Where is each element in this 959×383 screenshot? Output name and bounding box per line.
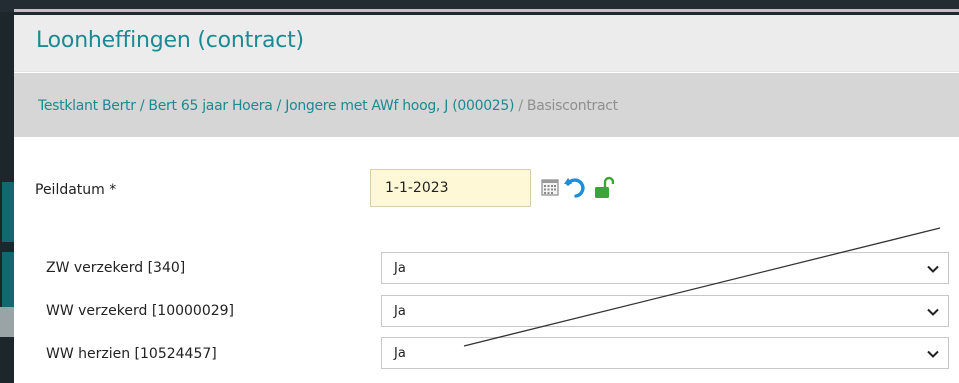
select-value: Ja (394, 304, 406, 319)
undo-icon[interactable] (563, 175, 589, 201)
top-divider (14, 9, 959, 12)
field-label-ww-herzien: WW herzien [10524457] (46, 346, 217, 362)
field-label-zw: ZW verzekerd [340] (46, 260, 186, 276)
breadcrumb-client[interactable]: Testklant Bertr (38, 98, 136, 114)
unlock-icon[interactable] (594, 176, 614, 200)
breadcrumb-bar: Testklant Bertr / Bert 65 jaar Hoera / J… (14, 73, 959, 137)
left-nav-tab[interactable] (2, 182, 14, 242)
select-value: Ja (394, 261, 406, 276)
breadcrumb: Testklant Bertr / Bert 65 jaar Hoera / J… (38, 98, 618, 114)
select-ww-verzekerd[interactable]: Ja (381, 295, 949, 327)
breadcrumb-separator: / (518, 98, 527, 114)
chevron-down-icon (927, 265, 939, 273)
left-nav-tab[interactable] (2, 252, 14, 307)
select-value: Ja (394, 346, 406, 361)
breadcrumb-separator: / (276, 98, 286, 114)
select-zw-verzekerd[interactable]: Ja (381, 252, 949, 284)
field-label-ww: WW verzekerd [10000029] (46, 303, 235, 319)
breadcrumb-group[interactable]: Jongere met AWf hoog, J (000025) (285, 98, 514, 114)
peildatum-label: Peildatum * (35, 182, 117, 198)
select-ww-herzien[interactable]: Ja (381, 337, 949, 369)
calendar-icon[interactable] (541, 178, 559, 196)
peildatum-input[interactable]: 1-1-2023 (370, 169, 531, 207)
chevron-down-icon (927, 308, 939, 316)
left-nav-tab[interactable] (0, 307, 14, 337)
window-top-bar (0, 0, 959, 12)
breadcrumb-contract: Basiscontract (526, 98, 618, 114)
page-title: Loonheffingen (contract) (36, 28, 304, 53)
title-bar: Loonheffingen (contract) (14, 15, 959, 72)
chevron-down-icon (927, 350, 939, 358)
left-frame (0, 12, 14, 383)
breadcrumb-employee[interactable]: Bert 65 jaar Hoera (148, 98, 272, 114)
